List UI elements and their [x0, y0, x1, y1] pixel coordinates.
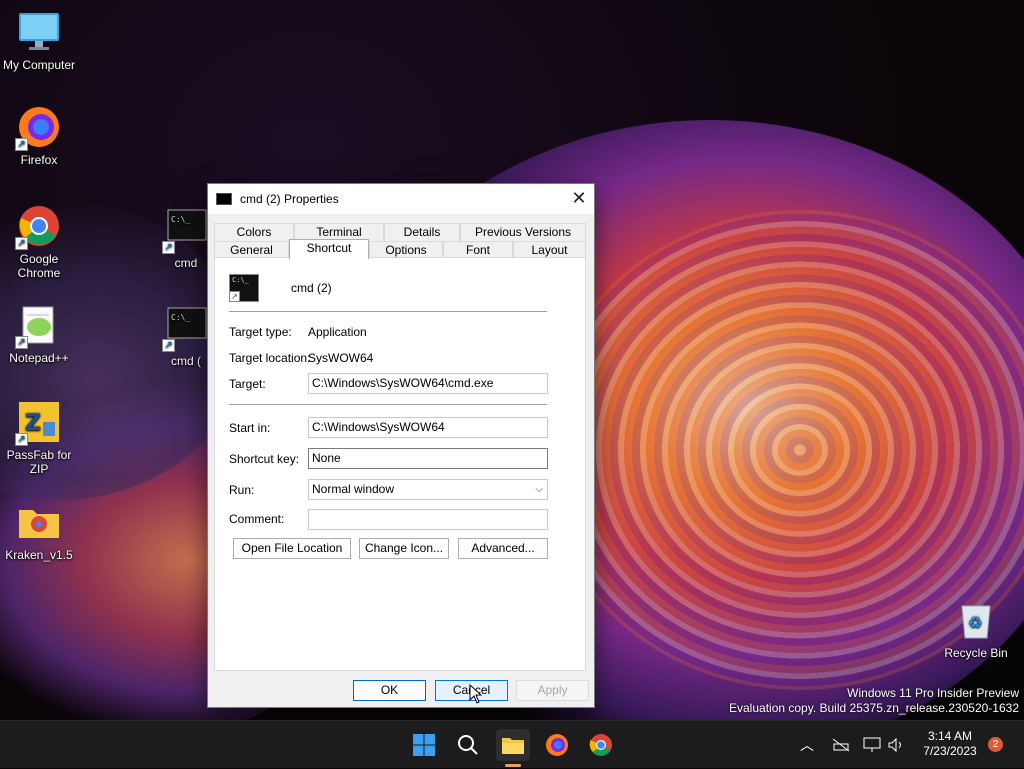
passfab-zip-icon: Z ↗ [15, 400, 61, 446]
shortcut-arrow-icon: ↗ [162, 241, 175, 254]
desktop-icon-my-computer[interactable]: My Computer [1, 10, 77, 72]
desktop-icon-label: cmd [174, 256, 198, 270]
windows-watermark: Windows 11 Pro Insider Preview Evaluatio… [729, 686, 1019, 716]
tab-row-1: Colors Terminal Details Previous Version… [214, 223, 586, 241]
chevron-up-icon[interactable]: ︿ [792, 729, 822, 761]
desktop-icon-recycle-bin[interactable]: ♻ Recycle Bin [938, 598, 1014, 660]
dialog-title: cmd (2) Properties [240, 192, 339, 206]
properties-dialog: cmd (2) Properties ✕ Colors Terminal Det… [207, 183, 595, 708]
svg-text:C:\_: C:\_ [171, 313, 190, 322]
cmd-shortcut-icon: C:\_ ↗ [229, 274, 259, 302]
change-icon-button[interactable]: Change Icon... [359, 538, 449, 559]
monitor-icon [17, 10, 61, 54]
file-explorer-taskbar-button[interactable] [496, 729, 530, 767]
ok-button[interactable]: OK [353, 680, 426, 701]
firefox-icon [546, 734, 568, 756]
folder-icon [502, 738, 524, 754]
watermark-line2: Evaluation copy. Build 25375.zn_release.… [729, 701, 1019, 715]
notification-badge[interactable]: 2 [988, 737, 1003, 752]
shortcut-key-label: Shortcut key: [229, 452, 300, 466]
run-select-value: Normal window [312, 482, 395, 496]
windows-logo-icon [413, 734, 435, 756]
start-in-label: Start in: [229, 421, 271, 435]
volume-icon[interactable] [884, 729, 908, 761]
shortcut-arrow-icon: ↗ [15, 336, 28, 349]
cmd-icon: C:\_ ↗ [162, 208, 208, 254]
desktop-icon-chrome[interactable]: ↗ Google Chrome [1, 204, 77, 280]
start-button[interactable] [407, 729, 441, 761]
desktop-icon-label: cmd ( [171, 354, 201, 368]
recycle-bin-icon: ♻ [954, 598, 998, 642]
cmd-icon: C:\_ ↗ [162, 306, 208, 352]
desktop-icon-label: Google Chrome [17, 252, 61, 280]
start-in-field[interactable]: C:\Windows\SysWOW64 [308, 417, 548, 438]
chrome-icon: ↗ [15, 204, 61, 250]
tab-details[interactable]: Details [384, 223, 460, 241]
target-location-value: SysWOW64 [308, 351, 374, 365]
desktop-icon-label: Firefox [20, 153, 58, 167]
target-type-value: Application [308, 325, 367, 339]
shortcut-arrow-icon: ↗ [162, 339, 175, 352]
watermark-line1: Windows 11 Pro Insider Preview [847, 686, 1019, 700]
firefox-icon: ↗ [15, 105, 61, 151]
svg-text:C:\_: C:\_ [171, 215, 190, 224]
divider [229, 404, 547, 405]
clock-date: 7/23/2023 [923, 744, 977, 758]
run-select[interactable]: Normal window ⌵ [308, 479, 548, 500]
chrome-icon [589, 734, 612, 756]
mouse-cursor-icon [469, 684, 483, 704]
advanced-button[interactable]: Advanced... [458, 538, 548, 559]
shortcut-arrow-icon: ↗ [15, 433, 28, 446]
firefox-taskbar-button[interactable] [540, 729, 574, 761]
cmd-window-icon [216, 193, 232, 205]
chrome-taskbar-button[interactable] [584, 729, 618, 761]
folder-icon [17, 500, 61, 544]
shortcut-arrow-icon: ↗ [229, 291, 240, 302]
shortcut-tab-panel: C:\_ ↗ cmd (2) Target type: Application … [214, 257, 586, 671]
comment-field[interactable] [308, 509, 548, 530]
target-type-label: Target type: [229, 325, 292, 339]
search-icon [458, 735, 478, 755]
shortcut-arrow-icon: ↗ [15, 237, 28, 250]
clock[interactable]: 3:14 AM 7/23/2023 [916, 729, 984, 759]
active-indicator [505, 764, 521, 767]
desktop-icon-label: PassFab for ZIP [6, 448, 72, 476]
shortcut-key-field[interactable]: None [308, 448, 548, 469]
search-button[interactable] [451, 729, 485, 761]
tab-shortcut[interactable]: Shortcut [289, 239, 369, 259]
target-label: Target: [229, 377, 266, 391]
shortcut-name: cmd (2) [291, 281, 332, 295]
run-label: Run: [229, 483, 255, 497]
shortcut-arrow-icon: ↗ [15, 138, 28, 151]
close-icon: ✕ [571, 188, 587, 208]
dialog-titlebar[interactable]: cmd (2) Properties ✕ [208, 184, 594, 214]
target-location-label: Target location: [229, 351, 311, 365]
desktop-icon-notepadpp[interactable]: ↗ Notepad++ [1, 303, 77, 365]
desktop-icon-kraken[interactable]: Kraken_v1.5 [1, 500, 77, 562]
divider [229, 311, 547, 312]
desktop-icon-label: Recycle Bin [944, 646, 1008, 660]
svg-text:♻: ♻ [968, 613, 982, 632]
network-offline-icon[interactable] [828, 729, 854, 761]
display-icon[interactable] [860, 729, 884, 761]
chevron-down-icon: ⌵ [535, 484, 543, 495]
close-button[interactable]: ✕ [564, 184, 594, 214]
desktop-icon-label: My Computer [2, 58, 76, 72]
tab-previous-versions[interactable]: Previous Versions [460, 223, 586, 241]
open-file-location-button[interactable]: Open File Location [233, 538, 351, 559]
target-field[interactable]: C:\Windows\SysWOW64\cmd.exe [308, 373, 548, 394]
tab-colors[interactable]: Colors [214, 223, 294, 241]
apply-button[interactable]: Apply [516, 680, 589, 701]
desktop-icon-firefox[interactable]: ↗ Firefox [1, 105, 77, 167]
taskbar: ︿ 3:14 AM 7/23/2023 2 [0, 720, 1024, 768]
desktop-icon-passfab[interactable]: Z ↗ PassFab for ZIP [1, 400, 77, 476]
comment-label: Comment: [229, 512, 285, 526]
notepadpp-icon: ↗ [15, 303, 61, 349]
desktop-icon-label: Notepad++ [9, 351, 69, 365]
clock-time: 3:14 AM [927, 729, 973, 743]
desktop-icon-label: Kraken_v1.5 [5, 548, 73, 562]
